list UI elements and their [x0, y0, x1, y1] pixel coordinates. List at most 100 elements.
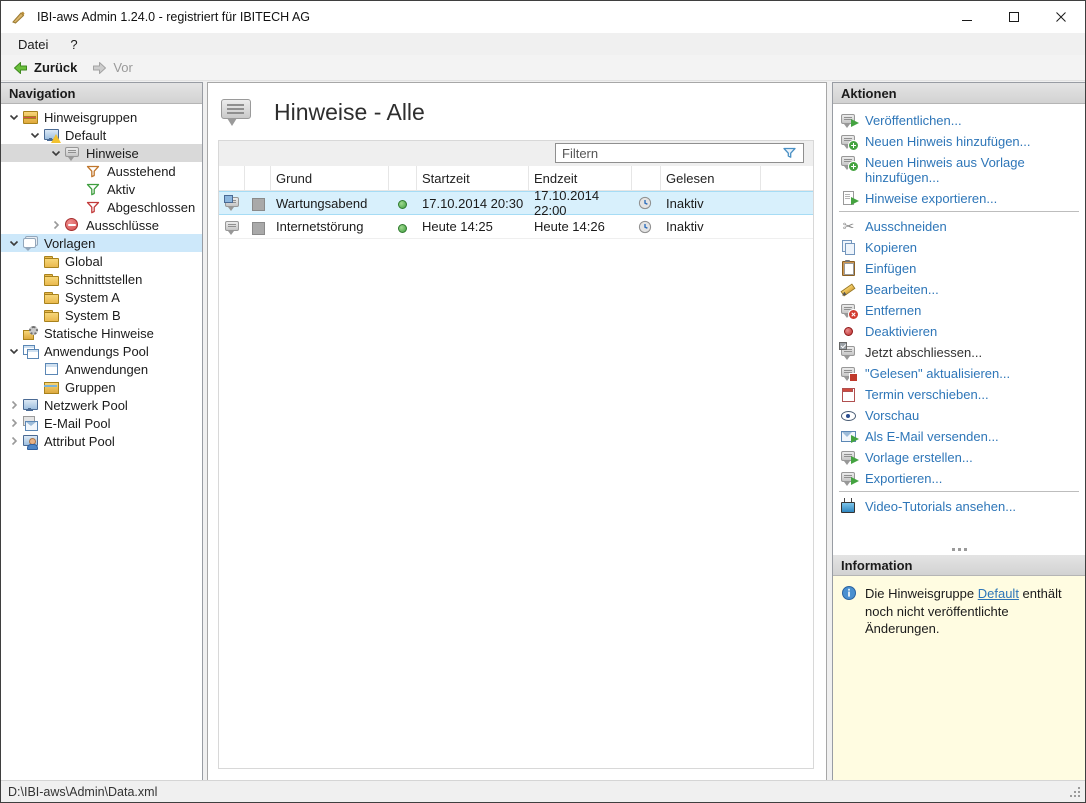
- tree-item-hinweisgruppen[interactable]: Hinweisgruppen: [1, 108, 202, 126]
- action-deaktivieren[interactable]: Deaktivieren: [833, 320, 1085, 341]
- chevron-down-icon[interactable]: [27, 127, 43, 143]
- cell-endzeit: 17.10.2014 22:00: [529, 188, 632, 218]
- chevron-down-icon[interactable]: [48, 145, 64, 161]
- tree-item-anwendungen[interactable]: Anwendungen: [1, 360, 202, 378]
- column-header-active[interactable]: [389, 166, 417, 190]
- table-header: Grund Startzeit Endzeit Gelesen: [219, 166, 813, 191]
- tree-item-email-pool[interactable]: E-Mail Pool: [1, 414, 202, 432]
- cut-icon: ✂: [840, 218, 857, 234]
- tree-spacer: [69, 181, 85, 197]
- action-vorschau[interactable]: Vorschau: [833, 404, 1085, 425]
- tree-item-system-b[interactable]: System B: [1, 306, 202, 324]
- templates-icon: [22, 235, 39, 251]
- close-icon: [1056, 12, 1067, 23]
- chevron-down-icon[interactable]: [6, 343, 22, 359]
- action-termin-verschieben[interactable]: Termin verschieben...: [833, 383, 1085, 404]
- maximize-button[interactable]: [991, 1, 1038, 33]
- column-header-grund[interactable]: Grund: [271, 166, 389, 190]
- chevron-right-icon[interactable]: [6, 415, 22, 431]
- action-als-email-versenden[interactable]: Als E-Mail versenden...: [833, 425, 1085, 446]
- column-header-endzeit[interactable]: Endzeit: [529, 166, 632, 190]
- main-panel: Hinweise - Alle Grund Startzeit Endzeit …: [207, 82, 827, 781]
- minimize-button[interactable]: [944, 1, 991, 33]
- cell-gelesen: Inaktiv: [661, 196, 761, 211]
- minimize-icon: [962, 12, 973, 23]
- forward-label: Vor: [113, 60, 133, 75]
- tree-item-system-a[interactable]: System A: [1, 288, 202, 306]
- menu-datei[interactable]: Datei: [7, 35, 59, 54]
- action-jetzt-abschliessen[interactable]: Jetzt abschliessen...: [833, 341, 1085, 362]
- default-group-link[interactable]: Default: [978, 586, 1019, 601]
- chevron-right-icon[interactable]: [6, 397, 22, 413]
- tree-item-ausstehend[interactable]: Ausstehend: [1, 162, 202, 180]
- folder-icon: [43, 289, 60, 305]
- tree-item-aktiv[interactable]: Aktiv: [1, 180, 202, 198]
- splitter-handle-icon[interactable]: [952, 548, 955, 551]
- tree-item-abgeschlossen[interactable]: Abgeschlossen: [1, 198, 202, 216]
- column-header-type[interactable]: [219, 166, 245, 190]
- tree-item-ausschluesse[interactable]: Ausschlüsse: [1, 216, 202, 234]
- tree-item-gruppen[interactable]: Gruppen: [1, 378, 202, 396]
- column-header-gelesen[interactable]: Gelesen: [661, 166, 761, 190]
- action-einfuegen[interactable]: Einfügen: [833, 257, 1085, 278]
- action-exportieren[interactable]: Exportieren...: [833, 467, 1085, 488]
- paste-icon: [840, 260, 857, 276]
- tree-item-netzwerk-pool[interactable]: Netzwerk Pool: [1, 396, 202, 414]
- update-read-icon: [840, 365, 857, 381]
- back-label: Zurück: [34, 60, 77, 75]
- chevron-right-icon[interactable]: [6, 433, 22, 449]
- action-gelesen-aktualisieren[interactable]: "Gelesen" aktualisieren...: [833, 362, 1085, 383]
- tree-item-attribut-pool[interactable]: Attribut Pool: [1, 432, 202, 450]
- cell-startzeit: 17.10.2014 20:30: [417, 196, 529, 211]
- cell-grund: Wartungsabend: [271, 196, 389, 211]
- action-video-tutorials[interactable]: Video-Tutorials ansehen...: [833, 495, 1085, 516]
- filter-icon[interactable]: [780, 145, 800, 161]
- resize-grip-icon[interactable]: [1078, 795, 1080, 797]
- column-header-read-icon[interactable]: [632, 166, 661, 190]
- deactivate-icon: [840, 323, 857, 339]
- filter-input[interactable]: [556, 146, 780, 161]
- window-title: IBI-aws Admin 1.24.0 - registriert für I…: [37, 10, 310, 24]
- tree-item-anwendungs-pool[interactable]: Anwendungs Pool: [1, 342, 202, 360]
- toolbar: Zurück Vor: [1, 55, 1085, 81]
- tree-item-schnittstellen[interactable]: Schnittstellen: [1, 270, 202, 288]
- tree-item-hinweise[interactable]: Hinweise: [1, 144, 202, 162]
- forward-button[interactable]: Vor: [84, 58, 140, 78]
- action-neuen-hinweis-aus-vorlage[interactable]: Neuen Hinweis aus Vorlage hinzufügen...: [833, 151, 1085, 187]
- status-square-icon: [250, 219, 267, 235]
- notice-groups-icon: [22, 109, 39, 125]
- exclusions-icon: [64, 217, 81, 233]
- folder-icon: [43, 271, 60, 287]
- chevron-down-icon[interactable]: [6, 235, 22, 251]
- action-veroeffentlichen[interactable]: Veröffentlichen...: [833, 109, 1085, 130]
- action-bearbeiten[interactable]: Bearbeiten...: [833, 278, 1085, 299]
- tree-item-global[interactable]: Global: [1, 252, 202, 270]
- tree-item-statische-hinweise[interactable]: Statische Hinweise: [1, 324, 202, 342]
- copy-icon: [840, 239, 857, 255]
- tree-item-default[interactable]: Default: [1, 126, 202, 144]
- table-row[interactable]: Internetstörung Heute 14:25 Heute 14:26 …: [219, 215, 813, 239]
- tree-spacer: [69, 199, 85, 215]
- action-hinweise-exportieren[interactable]: Hinweise exportieren...: [833, 187, 1085, 208]
- chevron-right-icon[interactable]: [48, 217, 64, 233]
- table-row[interactable]: Wartungsabend 17.10.2014 20:30 17.10.201…: [219, 191, 813, 215]
- data-file-path: D:\IBI-aws\Admin\Data.xml: [8, 785, 157, 799]
- create-template-icon: [840, 449, 857, 465]
- information-header: Information: [833, 555, 1085, 576]
- tree-item-vorlagen[interactable]: Vorlagen: [1, 234, 202, 252]
- action-entfernen[interactable]: Entfernen: [833, 299, 1085, 320]
- hints-icon: [221, 96, 257, 129]
- menu-help[interactable]: ?: [59, 35, 88, 54]
- action-vorlage-erstellen[interactable]: Vorlage erstellen...: [833, 446, 1085, 467]
- close-button[interactable]: [1038, 1, 1085, 33]
- action-ausschneiden[interactable]: ✂ Ausschneiden: [833, 215, 1085, 236]
- column-header-startzeit[interactable]: Startzeit: [417, 166, 529, 190]
- back-button[interactable]: Zurück: [5, 58, 84, 78]
- column-header-state[interactable]: [245, 166, 271, 190]
- edit-icon: [840, 281, 857, 297]
- action-kopieren[interactable]: Kopieren: [833, 236, 1085, 257]
- action-neuen-hinweis-hinzufuegen[interactable]: Neuen Hinweis hinzufügen...: [833, 130, 1085, 151]
- info-message-prefix: Die Hinweisgruppe: [865, 586, 978, 601]
- chevron-down-icon[interactable]: [6, 109, 22, 125]
- tree-spacer: [27, 289, 43, 305]
